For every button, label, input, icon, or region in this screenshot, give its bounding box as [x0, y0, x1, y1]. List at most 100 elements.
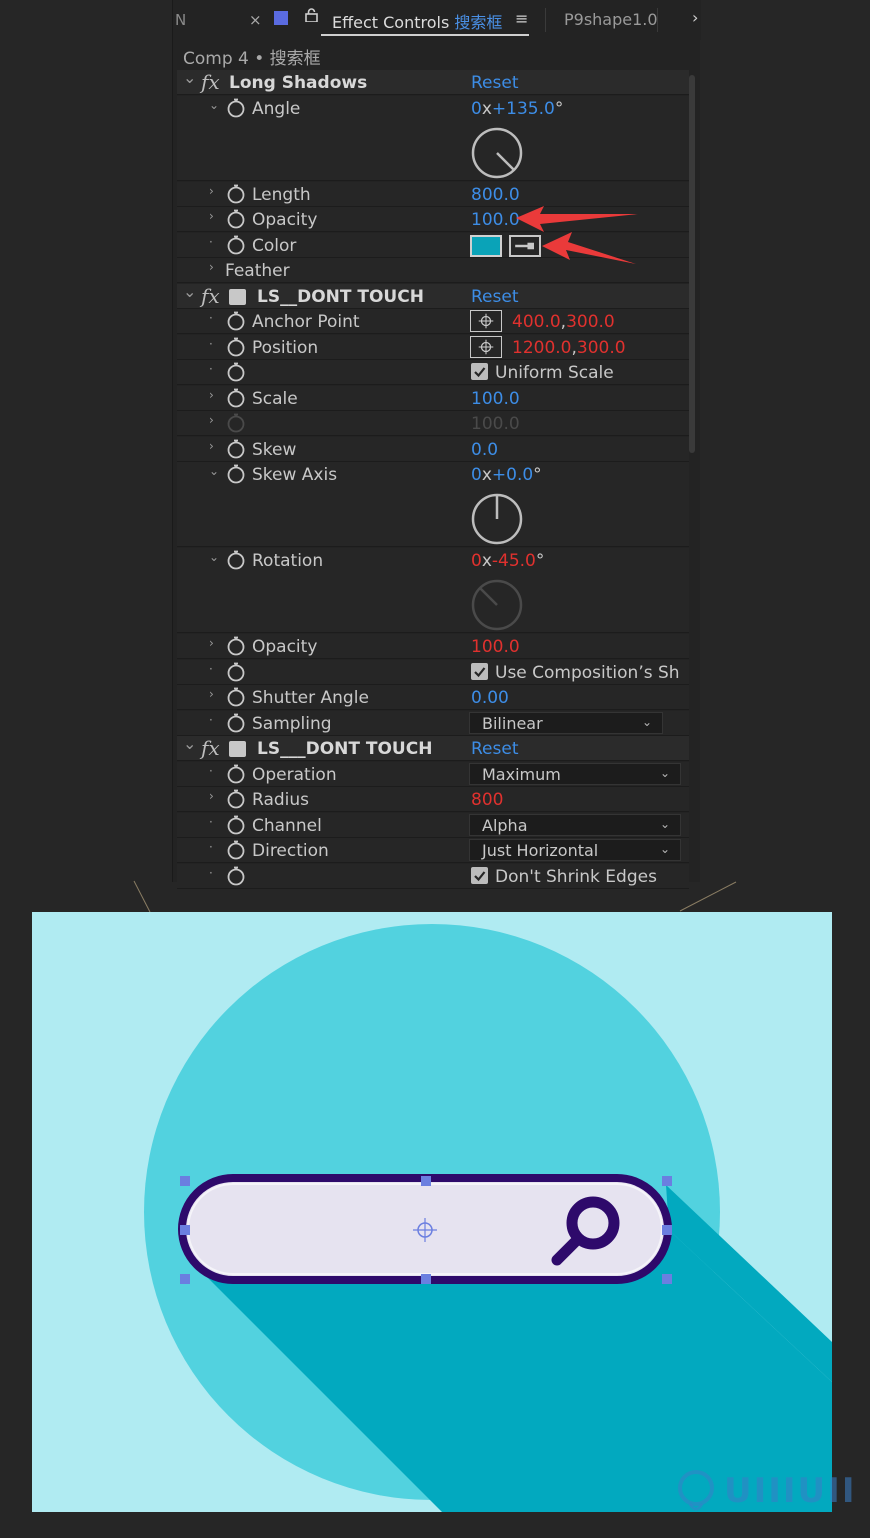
- fx-icon[interactable]: fx: [201, 284, 220, 308]
- bullet-dot[interactable]: ·: [209, 662, 213, 676]
- stopwatch-icon[interactable]: [227, 840, 245, 860]
- expand-chevron-icon[interactable]: ›: [209, 388, 214, 402]
- expand-chevron-icon[interactable]: ›: [209, 413, 214, 427]
- bullet-dot[interactable]: ·: [209, 235, 213, 249]
- dropdown-value: Just Horizontal: [482, 841, 599, 860]
- tab-effect-controls[interactable]: Effect Controls 搜索框: [332, 9, 502, 33]
- color-swatch[interactable]: [470, 234, 502, 257]
- property-row: · Direction Just Horizontal ⌄: [177, 838, 689, 863]
- expand-chevron-icon[interactable]: ›: [209, 184, 214, 198]
- reset-link[interactable]: Reset: [471, 287, 519, 307]
- dropdown-select[interactable]: Just Horizontal ⌄: [469, 839, 681, 861]
- angle-value[interactable]: 0x+135.0°: [471, 99, 563, 119]
- dropdown-select[interactable]: Maximum ⌄: [469, 762, 681, 785]
- angle-dial[interactable]: [470, 578, 524, 632]
- property-value[interactable]: 0.0: [471, 440, 498, 460]
- target-icon[interactable]: [470, 310, 502, 332]
- stopwatch-icon[interactable]: [227, 464, 245, 484]
- stopwatch-icon[interactable]: [227, 388, 245, 408]
- panel-title-layer: 搜索框: [454, 13, 503, 32]
- bullet-dot[interactable]: ·: [209, 311, 213, 325]
- collapse-chevron-icon[interactable]: ⌄: [209, 464, 219, 478]
- expand-chevron-icon[interactable]: ›: [209, 687, 214, 701]
- property-label: Position: [252, 337, 319, 358]
- collapse-chevron-icon[interactable]: ⌄: [183, 282, 196, 301]
- fx-icon[interactable]: fx: [201, 70, 220, 94]
- target-icon[interactable]: [470, 335, 502, 358]
- angle-value[interactable]: 0x+0.0°: [471, 465, 542, 485]
- composition-viewport[interactable]: [32, 912, 832, 1512]
- stopwatch-icon[interactable]: [227, 713, 245, 733]
- property-value[interactable]: 0.00: [471, 688, 509, 708]
- tab-left-partial[interactable]: N: [175, 11, 186, 29]
- point-value[interactable]: 1200.0,300.0: [512, 338, 626, 358]
- expand-chevron-icon[interactable]: ›: [209, 789, 214, 803]
- stopwatch-icon[interactable]: [227, 98, 245, 118]
- checkbox[interactable]: [471, 662, 488, 680]
- expand-chevron-icon[interactable]: ›: [209, 260, 214, 274]
- property-label: Operation: [252, 764, 337, 785]
- tab-divider: [657, 8, 658, 32]
- property-value[interactable]: 100.0: [471, 210, 520, 230]
- bullet-dot[interactable]: ·: [209, 840, 213, 854]
- red-arrow-icon: [516, 206, 638, 264]
- active-tab-underline: [321, 34, 529, 36]
- property-row: · Channel Alpha ⌄: [177, 812, 689, 838]
- dropdown-select[interactable]: Alpha ⌄: [469, 813, 681, 836]
- collapse-chevron-icon[interactable]: ⌄: [209, 98, 219, 112]
- stopwatch-icon[interactable]: [227, 413, 245, 433]
- stopwatch-icon[interactable]: [227, 789, 245, 809]
- stopwatch-icon[interactable]: [227, 687, 245, 707]
- gear-icon[interactable]: [229, 288, 246, 305]
- expand-chevron-icon[interactable]: ›: [209, 209, 214, 223]
- property-row: › Skew 0.0: [177, 436, 689, 462]
- reset-link[interactable]: Reset: [471, 739, 519, 759]
- stopwatch-icon[interactable]: [227, 439, 245, 459]
- stopwatch-icon[interactable]: [227, 662, 245, 682]
- stopwatch-icon[interactable]: [227, 235, 245, 255]
- property-value[interactable]: 100.0: [471, 414, 520, 434]
- stopwatch-icon[interactable]: [227, 764, 245, 784]
- stopwatch-icon[interactable]: [227, 337, 245, 357]
- stopwatch-icon[interactable]: [227, 311, 245, 331]
- angle-dial[interactable]: [470, 492, 524, 546]
- angle-dial[interactable]: [470, 126, 524, 180]
- point-value[interactable]: 400.0,300.0: [512, 312, 615, 332]
- tabs-overflow-chevron-icon[interactable]: ›: [692, 8, 698, 27]
- effect-header: ⌄ fx LS__DONT TOUCH Reset: [177, 282, 689, 309]
- property-label: Radius: [252, 790, 310, 810]
- stopwatch-icon[interactable]: [227, 209, 245, 229]
- close-tab-icon[interactable]: ×: [249, 11, 262, 29]
- bullet-dot[interactable]: ·: [209, 362, 213, 376]
- property-value[interactable]: 800: [471, 790, 503, 810]
- panel-scrollbar[interactable]: [689, 75, 695, 453]
- collapse-chevron-icon[interactable]: ⌄: [209, 550, 219, 564]
- collapse-chevron-icon[interactable]: ⌄: [183, 68, 196, 87]
- checkbox[interactable]: [471, 363, 488, 380]
- bullet-dot[interactable]: ·: [209, 815, 213, 829]
- expand-chevron-icon[interactable]: ›: [209, 636, 214, 650]
- stopwatch-icon[interactable]: [227, 815, 245, 835]
- property-value[interactable]: 100.0: [471, 637, 520, 657]
- expand-chevron-icon[interactable]: ›: [209, 439, 214, 453]
- angle-value[interactable]: 0x-45.0°: [471, 551, 544, 571]
- property-value[interactable]: 800.0: [471, 185, 520, 205]
- gear-icon[interactable]: [229, 741, 246, 757]
- guide-lines: [133, 880, 737, 913]
- bullet-dot[interactable]: ·: [209, 713, 213, 727]
- dropdown-select[interactable]: Bilinear ⌄: [469, 711, 663, 734]
- stopwatch-icon[interactable]: [227, 636, 245, 656]
- stopwatch-icon[interactable]: [227, 184, 245, 204]
- fx-icon[interactable]: fx: [201, 736, 220, 760]
- bullet-dot[interactable]: ·: [209, 764, 213, 778]
- stopwatch-icon[interactable]: [227, 362, 245, 382]
- tab-p9shape[interactable]: P9shape1.0: [564, 10, 658, 29]
- lock-icon[interactable]: [305, 8, 318, 22]
- bullet-dot[interactable]: ·: [209, 337, 213, 351]
- collapse-chevron-icon[interactable]: ⌄: [183, 734, 196, 753]
- property-value[interactable]: 100.0: [471, 389, 520, 409]
- stopwatch-icon[interactable]: [227, 550, 245, 570]
- reset-link[interactable]: Reset: [471, 73, 519, 93]
- panel-tab-bar: N × Effect Controls 搜索框 ≡ P9shape1.0 ›: [173, 0, 701, 40]
- panel-menu-icon[interactable]: ≡: [515, 9, 528, 28]
